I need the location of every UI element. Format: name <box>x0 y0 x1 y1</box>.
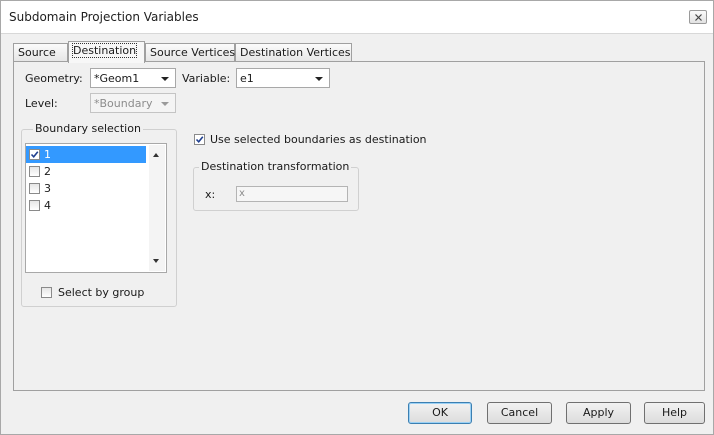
use-selected-label[interactable]: Use selected boundaries as destination <box>210 133 427 146</box>
list-item-boundary-3[interactable]: 3 <box>26 180 146 197</box>
boundary-list[interactable]: 1 2 3 4 <box>25 143 167 273</box>
x-expression-field[interactable] <box>236 186 348 202</box>
dialog-window: Subdomain Projection Variables Source De… <box>0 0 714 435</box>
chevron-down-icon <box>161 102 169 106</box>
x-label: x: <box>205 188 216 201</box>
variable-select[interactable]: e1 <box>236 68 330 88</box>
window-title: Subdomain Projection Variables <box>9 10 199 24</box>
level-select[interactable]: *Boundary <box>90 93 176 113</box>
checkmark-icon <box>30 151 39 159</box>
list-item-boundary-2[interactable]: 2 <box>26 163 146 180</box>
boundary-selection-legend: Boundary selection <box>33 122 143 135</box>
close-icon <box>695 14 702 21</box>
scroll-up-icon[interactable] <box>153 153 159 157</box>
boundary-4-checkbox[interactable] <box>29 200 40 211</box>
level-label: Level: <box>25 97 58 110</box>
chevron-down-icon <box>161 77 169 81</box>
boundary-2-checkbox[interactable] <box>29 166 40 177</box>
list-scrollbar[interactable] <box>149 145 165 271</box>
tab-source[interactable]: Source <box>13 43 68 61</box>
list-item-boundary-4[interactable]: 4 <box>26 197 146 214</box>
checkmark-icon <box>195 136 204 144</box>
tab-source-vertices[interactable]: Source Vertices <box>145 43 235 61</box>
help-button[interactable]: Help <box>644 402 705 424</box>
chevron-down-icon <box>315 77 323 81</box>
scroll-down-icon[interactable] <box>153 259 159 263</box>
destination-transformation-legend: Destination transformation <box>199 160 352 173</box>
tab-destination[interactable]: Destination <box>68 41 145 63</box>
x-expression-input[interactable] <box>239 188 339 199</box>
list-item-boundary-1[interactable]: 1 <box>26 146 146 163</box>
boundary-3-checkbox[interactable] <box>29 183 40 194</box>
select-by-group-label[interactable]: Select by group <box>58 286 144 299</box>
apply-button[interactable]: Apply <box>566 402 631 424</box>
variable-label: Variable: <box>182 72 231 85</box>
boundary-1-checkbox[interactable] <box>29 149 40 160</box>
ok-button[interactable]: OK <box>408 402 472 424</box>
close-button[interactable] <box>689 10 707 24</box>
geometry-label: Geometry: <box>25 72 83 85</box>
geometry-select[interactable]: *Geom1 <box>90 68 176 88</box>
title-bar[interactable]: Subdomain Projection Variables <box>1 1 713 34</box>
select-by-group-checkbox[interactable] <box>41 287 52 298</box>
tab-destination-vertices[interactable]: Destination Vertices <box>235 43 352 61</box>
use-selected-checkbox[interactable] <box>194 134 205 145</box>
cancel-button[interactable]: Cancel <box>487 402 552 424</box>
